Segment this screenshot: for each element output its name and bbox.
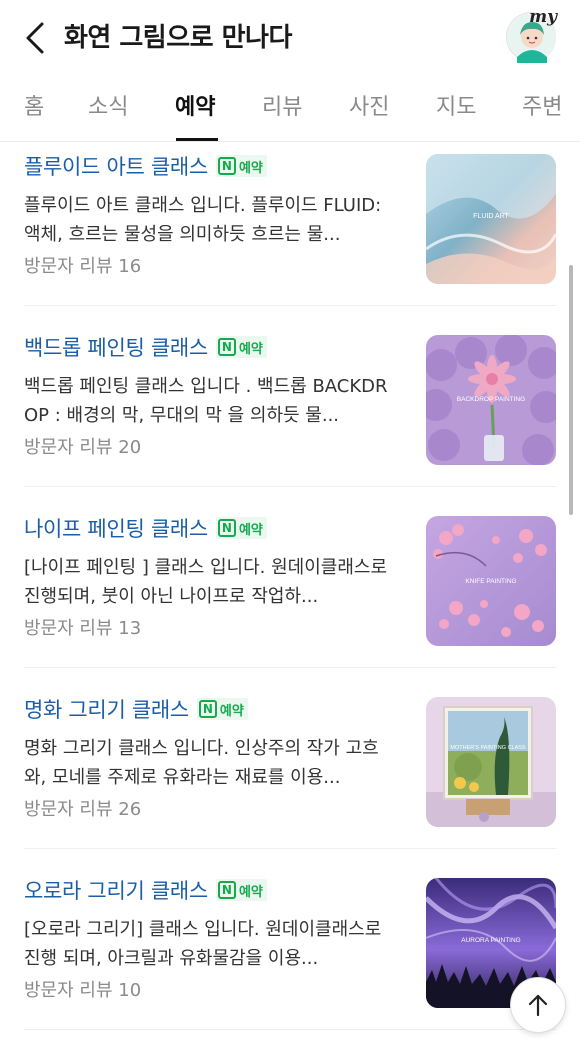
item-title-row: 명화 그리기 클래스 N 예약 [24,692,248,726]
list-item[interactable]: 오로라 그리기 클래스 N 예약 [오로라 그리기] 클래스 입니다. 원데이클… [24,873,556,1038]
item-title[interactable]: 명화 그리기 클래스 [24,694,189,724]
item-review-count: 방문자 리뷰 10 [24,980,142,1001]
reservation-list: 플루이드 아트 클래스 N 예약 플루이드 아트 클래스 입니다. 플루이드 F… [0,143,580,1038]
reservation-badge-label: 예약 [238,884,263,900]
item-description: [나이프 페인팅 ] 클래스 입니다. 원데이클래스로 진행되며, 붓이 아닌 … [24,557,388,607]
list-item[interactable]: 명화 그리기 클래스 N 예약 명화 그리기 클래스 입니다. 인상주의 작가 … [24,692,556,874]
divider [24,667,556,668]
item-title[interactable]: 백드롭 페인팅 클래스 [24,332,208,362]
tab-news[interactable]: 소식 [88,90,128,132]
reservation-badge: N 예약 [215,336,267,358]
item-title[interactable]: 플루이드 아트 클래스 [24,151,208,181]
item-title-row: 나이프 페인팅 클래스 N 예약 [24,511,267,545]
naver-n-icon: N [198,700,217,718]
item-review-count: 방문자 리뷰 13 [24,618,142,639]
item-thumbnail[interactable]: BACKDROP PAINTING [426,335,556,465]
scrollbar[interactable] [569,265,573,515]
naver-n-icon: N [217,338,236,356]
my-badge: my [529,7,557,27]
item-description: 백드롭 페인팅 클래스 입니다 . 백드롭 BACKDROP : 배경의 막, … [24,376,388,426]
naver-n-icon: N [217,881,236,899]
reservation-badge-label: 예약 [219,703,244,719]
item-title-row: 플루이드 아트 클래스 N 예약 [24,149,267,183]
reservation-badge-label: 예약 [238,160,263,176]
item-review-count: 방문자 리뷰 16 [24,256,142,277]
avatar[interactable]: my [506,7,557,63]
thumb-label: FLUID ART [473,213,509,220]
divider [24,1029,556,1030]
scroll-to-top-button[interactable] [510,977,566,1033]
item-thumbnail[interactable]: KNIFE PAINTING [426,516,556,646]
divider [24,305,556,306]
list-item[interactable]: 플루이드 아트 클래스 N 예약 플루이드 아트 클래스 입니다. 플루이드 F… [24,149,556,331]
item-thumbnail[interactable]: FLUID ART [426,154,556,284]
item-title-row: 백드롭 페인팅 클래스 N 예약 [24,330,267,364]
divider [24,848,556,849]
tab-reservation[interactable]: 예약 [175,90,215,132]
chevron-left-icon [26,22,44,54]
item-review-count: 방문자 리뷰 20 [24,437,142,458]
list-item[interactable]: 백드롭 페인팅 클래스 N 예약 백드롭 페인팅 클래스 입니다 . 백드롭 B… [24,330,556,512]
item-review-count: 방문자 리뷰 26 [24,799,142,820]
thumb-label: MOTHER'S PAINTING CLASS [450,745,526,751]
list-item[interactable]: 나이프 페인팅 클래스 N 예약 [나이프 페인팅 ] 클래스 입니다. 원데이… [24,511,556,693]
reservation-badge: N 예약 [215,155,267,177]
item-title[interactable]: 오로라 그리기 클래스 [24,875,208,905]
naver-n-icon: N [217,157,236,175]
tab-home[interactable]: 홈 [24,90,44,132]
tab-bar: 홈 소식 예약 리뷰 사진 지도 주변 [0,80,580,142]
divider [24,486,556,487]
page-title: 화연 그림으로 만나다 [64,23,292,53]
naver-n-icon: N [217,519,236,537]
tab-review[interactable]: 리뷰 [262,90,302,132]
thumb-label: AURORA PAINTING [461,937,520,944]
item-description: [오로라 그리기] 클래스 입니다. 원데이클래스로 진행 되며, 아크릴과 유… [24,919,382,969]
reservation-badge-label: 예약 [238,522,263,538]
header-bar: 화연 그림으로 만나다 my [0,0,580,80]
item-title[interactable]: 나이프 페인팅 클래스 [24,513,208,543]
reservation-badge: N 예약 [215,879,267,901]
thumb-label: KNIFE PAINTING [465,578,516,585]
back-button[interactable] [18,20,52,56]
tab-map[interactable]: 지도 [436,90,476,132]
tab-photo[interactable]: 사진 [349,90,389,132]
active-tab-indicator [176,138,218,141]
item-description: 플루이드 아트 클래스 입니다. 플루이드 FLUID: 액체, 흐르는 물성을… [24,195,382,245]
item-thumbnail[interactable]: MOTHER'S PAINTING CLASS [426,697,556,827]
item-description: 명화 그리기 클래스 입니다. 인상주의 작가 고흐와, 모네를 주제로 유화라… [24,738,379,788]
reservation-badge: N 예약 [215,517,267,539]
item-title-row: 오로라 그리기 클래스 N 예약 [24,873,267,907]
reservation-badge-label: 예약 [238,341,263,357]
tab-nearby[interactable]: 주변 [522,90,562,132]
thumb-label: BACKDROP PAINTING [457,396,525,403]
arrow-up-icon [528,994,548,1017]
reservation-badge: N 예약 [196,698,248,720]
